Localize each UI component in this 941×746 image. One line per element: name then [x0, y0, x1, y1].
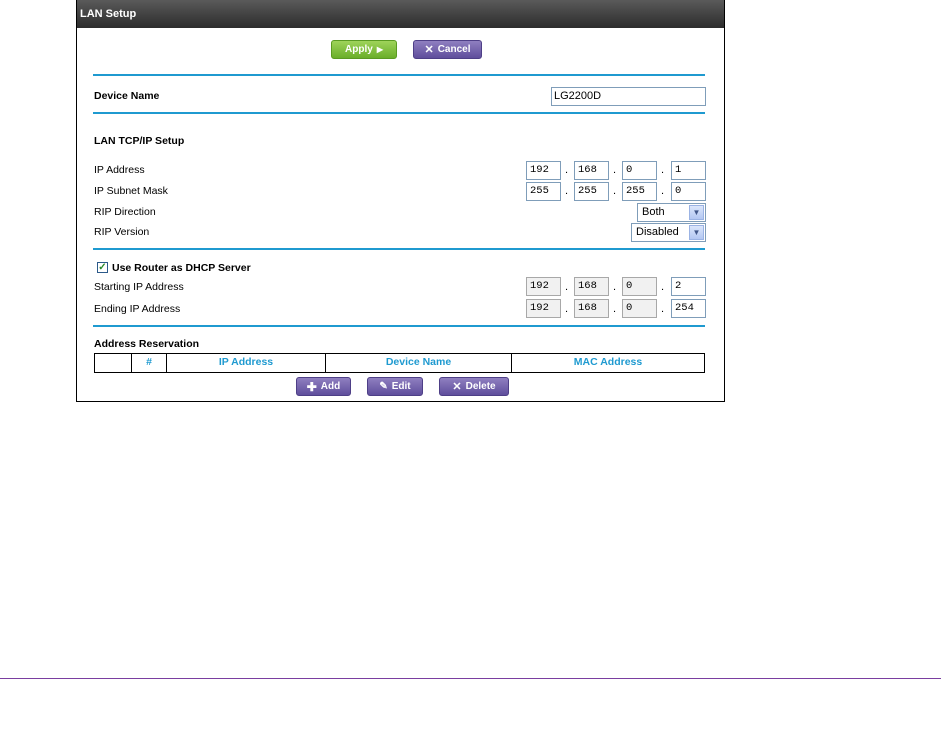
mask-octet-2-field[interactable]: 255	[574, 182, 609, 201]
start-octet-3-field: 0	[622, 277, 657, 296]
close-icon: ✕	[452, 381, 462, 393]
lan-setup-panel: LAN Setup Apply ▶ ✕ Cancel Device Name L…	[76, 0, 725, 402]
rip-version-value: Disabled	[636, 226, 679, 238]
octet-separator: .	[565, 303, 569, 315]
footer-rule	[0, 678, 941, 679]
rip-version-select[interactable]: Disabled ▼	[631, 223, 706, 242]
octet-separator: .	[613, 164, 617, 176]
octet-separator: .	[613, 281, 617, 293]
column-header-number: #	[132, 354, 167, 372]
ip-octet-1-field[interactable]: 192	[526, 161, 561, 180]
octet-separator: .	[661, 303, 665, 315]
chevron-down-icon[interactable]: ▼	[689, 225, 704, 240]
divider	[93, 74, 705, 76]
octet-separator: .	[661, 185, 665, 197]
end-octet-1-field: 192	[526, 299, 561, 318]
edit-button[interactable]: ✎ Edit	[367, 377, 423, 396]
window-title: LAN Setup	[77, 0, 724, 28]
end-octet-4-field[interactable]: 254	[671, 299, 706, 318]
lan-section-title: LAN TCP/IP Setup	[94, 135, 185, 147]
checkmark-icon: ✓	[98, 262, 107, 273]
octet-separator: .	[565, 185, 569, 197]
starting-ip-label: Starting IP Address	[94, 281, 184, 293]
rip-direction-value: Both	[642, 206, 665, 218]
device-name-label: Device Name	[94, 90, 160, 102]
pencil-icon: ✎	[379, 381, 388, 392]
column-header-ip-address: IP Address	[167, 354, 326, 372]
ip-octet-3-field[interactable]: 0	[622, 161, 657, 180]
cancel-button-label: Cancel	[437, 44, 471, 55]
octet-separator: .	[661, 164, 665, 176]
octet-separator: .	[613, 185, 617, 197]
reservation-table-header: # IP Address Device Name MAC Address	[94, 353, 705, 373]
delete-button-label: Delete	[465, 381, 496, 392]
divider	[93, 112, 705, 114]
start-octet-1-field: 192	[526, 277, 561, 296]
end-octet-2-field: 168	[574, 299, 609, 318]
rip-direction-select[interactable]: Both ▼	[637, 203, 706, 222]
column-header-device-name: Device Name	[326, 354, 512, 372]
apply-button-label: Apply	[345, 44, 373, 55]
mask-octet-3-field[interactable]: 255	[622, 182, 657, 201]
start-octet-2-field: 168	[574, 277, 609, 296]
close-icon: ✕	[424, 44, 434, 56]
octet-separator: .	[661, 281, 665, 293]
divider	[93, 325, 705, 327]
ip-address-label: IP Address	[94, 164, 145, 176]
apply-button[interactable]: Apply ▶	[331, 40, 397, 59]
octet-separator: .	[613, 303, 617, 315]
mask-octet-1-field[interactable]: 255	[526, 182, 561, 201]
delete-button[interactable]: ✕ Delete	[439, 377, 509, 396]
rip-version-label: RIP Version	[94, 226, 150, 238]
octet-separator: .	[565, 164, 569, 176]
mask-octet-4-field[interactable]: 0	[671, 182, 706, 201]
chevron-down-icon[interactable]: ▼	[689, 205, 704, 220]
add-button-label: Add	[320, 381, 341, 392]
play-arrow-icon: ▶	[376, 45, 383, 54]
subnet-mask-label: IP Subnet Mask	[94, 185, 168, 197]
end-octet-3-field: 0	[622, 299, 657, 318]
dhcp-server-checkbox[interactable]: ✓	[97, 262, 108, 273]
column-header-mac-address: MAC Address	[573, 356, 643, 368]
device-name-field[interactable]: LG2200D	[551, 87, 706, 106]
cancel-button[interactable]: ✕ Cancel	[413, 40, 482, 59]
ending-ip-label: Ending IP Address	[94, 303, 181, 315]
divider	[93, 248, 705, 250]
ip-octet-4-field[interactable]: 1	[671, 161, 706, 180]
dhcp-server-label: Use Router as DHCP Server	[112, 262, 251, 274]
start-octet-4-field[interactable]: 2	[671, 277, 706, 296]
octet-separator: .	[565, 281, 569, 293]
address-reservation-title: Address Reservation	[94, 338, 200, 350]
add-button[interactable]: ✚ Add	[296, 377, 351, 396]
column-header-select	[95, 354, 132, 372]
ip-octet-2-field[interactable]: 168	[574, 161, 609, 180]
rip-direction-label: RIP Direction	[94, 206, 156, 218]
plus-icon: ✚	[306, 379, 317, 394]
edit-button-label: Edit	[391, 381, 411, 392]
